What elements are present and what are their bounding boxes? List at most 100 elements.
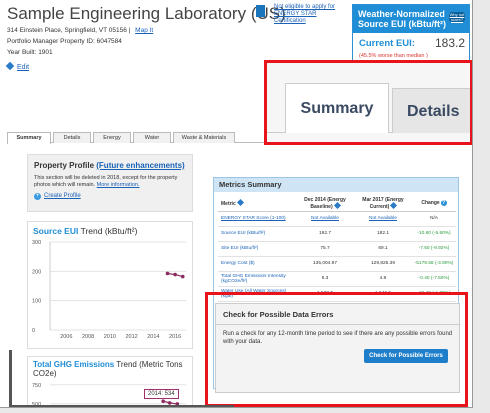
y-tick-label: 200 xyxy=(32,269,41,275)
ghg-title-link[interactable]: Total GHG Emissions xyxy=(33,360,114,369)
zoom-tab-details[interactable]: Details xyxy=(392,88,470,133)
data-point xyxy=(173,272,177,277)
current-cell: 4.9 xyxy=(354,271,412,287)
change-cell: -7.60 (-9.92%) xyxy=(412,241,456,257)
current-eui-value: 183.2 xyxy=(435,36,466,50)
baseline-cell: 192.7 xyxy=(296,226,354,242)
baseline-cell: 135,004.97 xyxy=(296,256,354,272)
highlight-box-errors xyxy=(205,292,468,407)
pencil-icon xyxy=(5,61,15,71)
baseline-column-header: Dec 2014 (Energy Baseline) xyxy=(296,196,354,212)
y-tick-label: 0 xyxy=(32,328,35,334)
eui-title-text: Weather-Normalized Source EUI (kBtu/ft²) xyxy=(358,9,447,29)
pencil-icon[interactable] xyxy=(333,201,341,209)
vertical-scrollbar[interactable] xyxy=(9,350,12,407)
table-row: Total GHG Emissions Intensity (kgCO2e/ft… xyxy=(218,271,456,287)
table-row: Site EUI (kBtu/ft²) 75.7 69.1 -7.60 (-9.92%… xyxy=(218,241,456,257)
x-tick-label: 2012 xyxy=(125,334,137,340)
baseline-cell: 5.3 xyxy=(296,271,354,287)
tabs-zoom-callout: Summary Details xyxy=(264,60,472,145)
pencil-icon[interactable] xyxy=(390,201,398,209)
y-tick-label: 300 xyxy=(32,240,41,246)
tab-waste-materials[interactable]: Waste & Materials xyxy=(173,132,235,143)
property-address: 314 Einstein Place, Springfield, VT 0515… xyxy=(7,27,154,34)
source-eui-trend-chart: Source EUI Trend (kBtu/ft²) 0 100 200 300 20… xyxy=(27,221,193,349)
future-enhancements-link[interactable]: (Future enhancements) xyxy=(96,161,184,170)
y-tick-label: 100 xyxy=(32,299,41,305)
energy-star-eligibility-link[interactable]: Not eligible to apply for ENERGY STAR Ce… xyxy=(274,4,344,25)
baseline-cell[interactable]: Not Available xyxy=(296,211,354,227)
year-built: Year Built: 1901 xyxy=(7,49,53,56)
tab-energy[interactable]: Energy xyxy=(93,132,131,143)
more-information-link[interactable]: More information. xyxy=(97,182,140,188)
data-point xyxy=(165,271,170,276)
change-header-label: Change xyxy=(421,200,440,207)
current-cell: 69.1 xyxy=(354,241,412,257)
metric-name-cell[interactable]: Energy Cost ($) xyxy=(218,256,296,272)
table-row: Energy Cost ($) 135,004.97 129,825.39 -5179… xyxy=(218,256,456,272)
x-tick-label: 2014 xyxy=(147,334,159,340)
energy-star-icon xyxy=(256,5,265,17)
horizontal-scrollbar[interactable] xyxy=(12,405,234,407)
current-header-label: Mar 2017 (Energy Current) xyxy=(362,196,404,210)
tab-details[interactable]: Details xyxy=(53,132,91,143)
map-it-link[interactable]: Map It xyxy=(135,27,153,34)
tab-water[interactable]: Water xyxy=(133,132,171,143)
current-eui-label: Current EUI: xyxy=(359,38,415,49)
property-title: Sample Engineering Laboratory (US) xyxy=(7,4,286,23)
baseline-cell: 75.7 xyxy=(296,241,354,257)
pencil-icon[interactable] xyxy=(236,198,244,206)
portfolio-id: Portfolio Manager Property ID: 6047584 xyxy=(7,38,122,45)
create-profile-link[interactable]: + Create Profile xyxy=(34,193,81,200)
change-cell: -5179.58 (-3.90%) xyxy=(412,256,456,272)
x-tick-label: 2016 xyxy=(169,334,181,340)
current-cell: 182.1 xyxy=(354,226,412,242)
source-eui-chart-title: Source EUI Trend (kBtu/ft²) xyxy=(33,226,137,236)
table-row: ENERGY STAR Score (1-100) Not Available No… xyxy=(218,211,456,227)
y-tick-label: 750 xyxy=(32,383,41,389)
current-cell[interactable]: Not Available xyxy=(354,211,412,227)
address-text: 314 Einstein Place, Springfield, VT 0515… xyxy=(7,27,127,34)
table-row: Source EUI (kBtu/ft²) 192.7 182.1 -10.60 (-… xyxy=(218,226,456,242)
plus-icon: + xyxy=(34,193,41,200)
data-point xyxy=(161,399,165,404)
metrics-summary-title: Metrics Summary xyxy=(214,178,458,192)
x-tick-label: 2008 xyxy=(82,334,94,340)
metric-name-cell[interactable]: Total GHG Emissions Intensity (kgCO2e/ft… xyxy=(218,271,296,287)
metric-name-cell[interactable]: Site EUI (kBtu/ft²) xyxy=(218,241,296,257)
create-profile-label: Create Profile xyxy=(44,193,81,199)
metric-column-header: Metric xyxy=(218,196,296,212)
metrics-header-row: Metric Dec 2014 (Energy Baseline) Mar 20… xyxy=(218,196,456,212)
change-column-header: Change? xyxy=(412,196,456,212)
edit-link[interactable]: Edit xyxy=(5,61,30,71)
data-point xyxy=(180,274,185,279)
metric-header-label: Metric xyxy=(221,200,236,207)
ghg-tooltip: 2014: 534 xyxy=(144,389,179,399)
current-column-header: Mar 2017 (Energy Current) xyxy=(354,196,412,212)
profile-heading: Property Profile (Future enhancements) xyxy=(34,161,185,170)
metric-name-cell[interactable]: Source EUI (kBtu/ft²) xyxy=(218,226,296,242)
x-tick-label: 2006 xyxy=(60,334,72,340)
ghg-trend-chart: Total GHG Emissions Trend (Metric Tons C… xyxy=(27,356,193,407)
source-eui-plot: 0 100 200 300 2006 2008 2010 2012 2014 2016 xyxy=(32,240,186,340)
property-profile-panel: Property Profile (Future enhancements) T… xyxy=(27,154,193,212)
ghg-chart-title: Total GHG Emissions Trend (Metric Tons C… xyxy=(33,360,189,378)
tab-summary[interactable]: Summary xyxy=(7,132,51,144)
edit-label: Edit xyxy=(17,64,30,71)
chart-title-link[interactable]: Source EUI xyxy=(33,226,78,236)
profile-title: Property Profile xyxy=(34,161,95,170)
metric-name-cell[interactable]: ENERGY STAR Score (1-100) xyxy=(218,211,296,227)
chart-title-rest: Trend (kBtu/ft²) xyxy=(78,226,138,236)
why-no-score-button[interactable]: Why not score? xyxy=(449,12,465,22)
profile-description: This section will be deleted in 2018, ex… xyxy=(34,175,190,189)
eui-panel: Weather-Normalized Source EUI (kBtu/ft²)… xyxy=(352,4,470,62)
zoom-tab-summary[interactable]: Summary xyxy=(285,83,389,133)
change-cell: -10.60 (-5.50%) xyxy=(412,226,456,242)
help-icon[interactable]: ? xyxy=(440,200,447,207)
eui-comparison-note: (45.5% worse than median ) xyxy=(359,53,428,59)
change-cell: N/A xyxy=(412,211,456,227)
current-cell: 129,825.39 xyxy=(354,256,412,272)
x-tick-label: 2010 xyxy=(104,334,116,340)
property-page: Sample Engineering Laboratory (US) 314 E… xyxy=(0,0,473,408)
change-cell: -0.40 (-7.50%) xyxy=(412,271,456,287)
